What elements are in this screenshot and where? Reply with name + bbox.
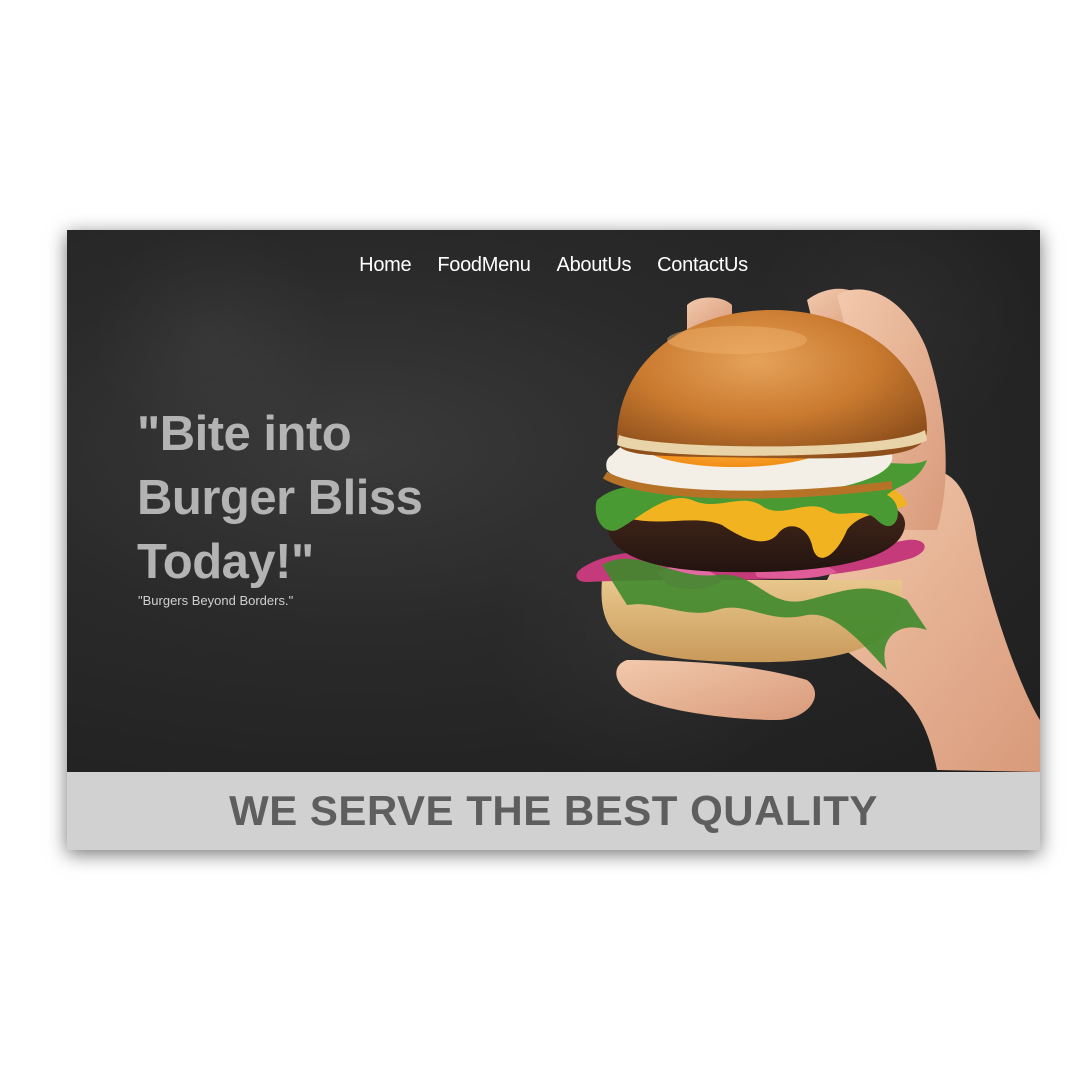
headline-line: Today!" xyxy=(137,535,314,589)
hero-tagline: "Burgers Beyond Borders." xyxy=(138,593,294,608)
headline-line: "Bite into xyxy=(137,407,352,461)
burger-in-hand-image xyxy=(576,288,1040,772)
quality-banner-text: WE SERVE THE BEST QUALITY xyxy=(229,787,878,834)
headline-line: Burger Bliss xyxy=(137,471,423,525)
nav-home-link[interactable]: Home xyxy=(359,254,411,277)
nav-contact-us-link[interactable]: ContactUs xyxy=(657,254,748,277)
hero-section: Home FoodMenu AboutUs ContactUs "Bite in… xyxy=(67,230,1040,772)
website-frame: Home FoodMenu AboutUs ContactUs "Bite in… xyxy=(67,230,1040,850)
nav-food-menu-link[interactable]: FoodMenu xyxy=(437,254,531,277)
nav-about-us-link[interactable]: AboutUs xyxy=(557,254,632,277)
main-nav: Home FoodMenu AboutUs ContactUs xyxy=(67,254,1040,277)
hero-headline: "Bite into Burger Bliss Today!" xyxy=(137,402,497,594)
quality-banner: WE SERVE THE BEST QUALITY xyxy=(67,772,1040,850)
